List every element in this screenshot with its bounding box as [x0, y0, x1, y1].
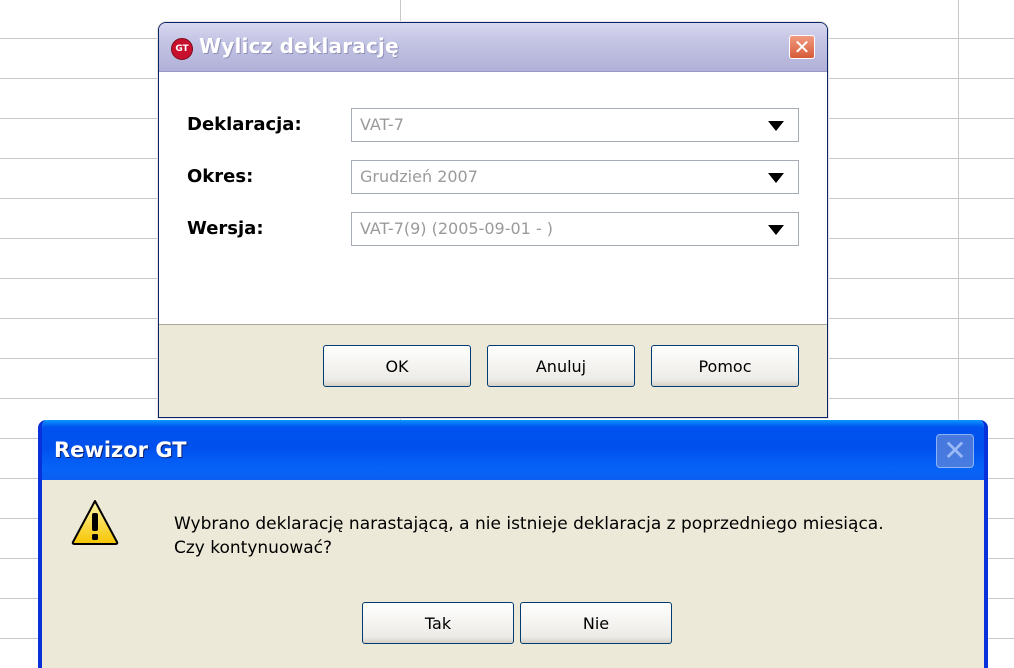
close-button[interactable]: ✕ [789, 35, 815, 59]
dialog-body: Deklaracja: VAT-7 Okres: Grudzień 2007 W… [159, 72, 827, 325]
declaration-label: Deklaracja: [187, 114, 302, 135]
warning-icon [71, 500, 119, 545]
gt-logo-icon: GT [171, 38, 193, 60]
yes-button[interactable]: Tak [362, 602, 514, 644]
dialog-titlebar[interactable]: GT Wylicz deklarację ✕ [159, 23, 827, 72]
period-select[interactable]: Grudzień 2007 [351, 160, 799, 194]
close-icon: ✕ [793, 35, 811, 59]
period-value: Grudzień 2007 [360, 167, 478, 186]
message-title: Rewizor GT [54, 438, 187, 462]
message-line: Czy kontynuować? [174, 538, 333, 558]
declaration-value: VAT-7 [360, 115, 404, 134]
close-button[interactable]: ✕ [936, 434, 974, 468]
ok-button[interactable]: OK [323, 345, 471, 387]
dialog-title: Wylicz deklarację [199, 34, 399, 58]
dropdown-arrow-icon[interactable] [768, 173, 784, 183]
confirmation-message-box: Rewizor GT ✕ Wybrano deklarację narastaj… [38, 420, 988, 668]
help-button[interactable]: Pomoc [651, 345, 799, 387]
no-button[interactable]: Nie [520, 602, 672, 644]
version-label: Wersja: [187, 218, 264, 239]
close-icon: ✕ [943, 434, 967, 467]
dropdown-arrow-icon[interactable] [768, 121, 784, 131]
cancel-button[interactable]: Anuluj [487, 345, 635, 387]
version-value: VAT-7(9) (2005-09-01 - ) [360, 219, 554, 238]
calculate-declaration-dialog: GT Wylicz deklarację ✕ Deklaracja: VAT-7… [158, 22, 828, 418]
declaration-select[interactable]: VAT-7 [351, 108, 799, 142]
dropdown-arrow-icon[interactable] [768, 225, 784, 235]
period-label: Okres: [187, 166, 254, 187]
message-line: Wybrano deklarację narastającą, a nie is… [174, 514, 884, 534]
message-titlebar[interactable]: Rewizor GT ✕ [42, 420, 984, 480]
message-text: Wybrano deklarację narastającą, a nie is… [174, 512, 884, 560]
version-select[interactable]: VAT-7(9) (2005-09-01 - ) [351, 212, 799, 246]
